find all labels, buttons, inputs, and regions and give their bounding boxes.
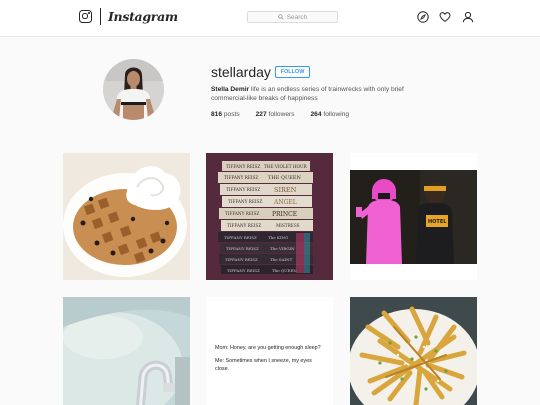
book-spine-8: TIFFANY REISZ <box>226 246 259 251</box>
search-input[interactable]: Search <box>247 11 338 23</box>
search-placeholder: Search <box>286 13 308 21</box>
book-spine-1: TIFFANY REISZ <box>226 164 260 169</box>
book-spine-3: TIFFANY REISZ <box>226 187 260 192</box>
top-nav: Instagram Search <box>0 0 540 37</box>
quote-line-1: Mom: Honey, are you getting enough sleep… <box>215 345 321 351</box>
avatar[interactable] <box>103 59 164 120</box>
compass-icon[interactable] <box>417 11 429 23</box>
stat-followers[interactable]: 227 followers <box>256 111 295 118</box>
book-spine-6: TIFFANY REISZ <box>227 223 261 228</box>
book-spine-3-title: SIREN <box>274 186 297 194</box>
profile-username: stellarday <box>211 64 271 80</box>
search-icon <box>277 14 284 20</box>
book-spine-4: TIFFANY REISZ <box>228 199 262 204</box>
book-spine-6-title: MISTRESS <box>276 223 300 228</box>
heart-icon[interactable] <box>439 11 451 23</box>
book-spine-2: TIFFANY REISZ <box>224 175 258 180</box>
stat-following[interactable]: 264 following <box>311 111 350 118</box>
instagram-wordmark[interactable]: Instagram <box>108 9 178 24</box>
post-waffles[interactable] <box>63 153 190 280</box>
book-spine-9-title: The SAINT <box>270 257 293 262</box>
book-spine-8-title: The VIRGIN <box>270 246 295 251</box>
post-fries-photo[interactable] <box>350 297 477 405</box>
svg-text:HOTEL: HOTEL <box>428 219 447 225</box>
quote-text: Mom: Honey, are you getting enough sleep… <box>215 344 327 378</box>
profile-stats: 816 posts 227 followers 264 following <box>211 111 349 118</box>
post-book-stack[interactable]: TIFFANY REISZ THE VIOLET HOUR TIFFANY RE… <box>206 153 333 280</box>
profile-bio: Stella Demir life is an endless series o… <box>211 85 411 103</box>
stat-followers-label: followers <box>268 111 295 118</box>
book-spine-7-title: The KING <box>268 235 288 240</box>
stat-following-label: following <box>323 111 350 118</box>
stat-posts-label: posts <box>223 111 240 118</box>
logo-divider <box>100 8 101 25</box>
book-spine-4-title: ANGEL <box>273 199 297 206</box>
book-spine-10: TIFFANY REISZ <box>227 268 260 273</box>
stat-posts-count: 816 <box>211 111 223 118</box>
post-faucet-photo[interactable] <box>63 297 190 405</box>
follow-button[interactable]: FOLLOW <box>275 66 310 78</box>
camera-logo-icon[interactable] <box>79 10 92 23</box>
post-costume-photo[interactable]: HOTEL <box>350 153 477 280</box>
stat-following-count: 264 <box>310 111 322 118</box>
book-spine-5-title: PRINCE <box>272 211 297 218</box>
book-spine-5: TIFFANY REISZ <box>225 211 259 216</box>
book-spine-7: TIFFANY REISZ <box>224 235 257 240</box>
book-spine-10-title: The QUEEN <box>272 268 297 273</box>
stat-posts[interactable]: 816 posts <box>211 111 240 118</box>
post-quote-text[interactable]: Mom: Honey, are you getting enough sleep… <box>206 297 333 405</box>
user-icon[interactable] <box>462 11 474 23</box>
stat-followers-count: 227 <box>255 111 267 118</box>
profile-full-name: Stella Demir <box>211 86 250 93</box>
quote-line-2: Me: Sometimes when I sneeze, my eyes clo… <box>215 358 312 372</box>
book-spine-2-title: THE QUEEN <box>268 175 302 181</box>
book-spine-9: TIFFANY REISZ <box>225 257 258 262</box>
book-spine-1-title: THE VIOLET HOUR <box>264 164 308 169</box>
